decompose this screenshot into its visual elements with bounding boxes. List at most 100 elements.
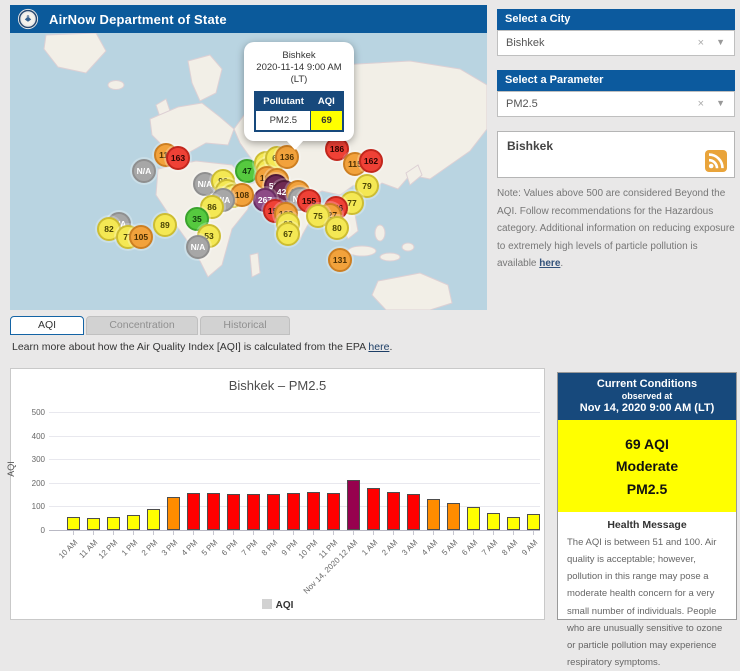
- tab-concentration[interactable]: Concentration: [86, 316, 198, 335]
- cc-aqi-value: 69 AQI: [558, 433, 736, 455]
- learn-more-text: Learn more about how the Air Quality Ind…: [12, 341, 392, 353]
- x-axis-tick: [113, 531, 114, 535]
- aqi-bar: [87, 518, 100, 530]
- popup-table: Pollutant AQI PM2.5 69: [254, 91, 344, 132]
- aqi-chart-panel: Bishkek – PM2.5 AQI 010020030040050010 A…: [10, 368, 545, 620]
- legend-swatch-icon: [262, 599, 272, 609]
- aqi-bar: [407, 494, 420, 530]
- x-axis-tick: [353, 531, 354, 535]
- world-map[interactable]: N/A11416347775761136101134501426267121N/…: [10, 33, 487, 310]
- chart-gridline: [49, 483, 540, 484]
- aqi-bar: [167, 497, 180, 530]
- aqi-bar: [507, 517, 520, 530]
- aqi-marker[interactable]: 67: [276, 222, 300, 246]
- aqi-marker[interactable]: 89: [153, 213, 177, 237]
- rss-icon[interactable]: [705, 150, 727, 172]
- aqi-bar: [327, 493, 340, 530]
- x-axis-tick: [213, 531, 214, 535]
- aqi-bar: [187, 493, 200, 530]
- x-axis-tick: [173, 531, 174, 535]
- aqi-bar: [347, 480, 360, 530]
- parameter-select[interactable]: PM2.5 × ▼: [497, 91, 735, 117]
- x-axis-tick: [493, 531, 494, 535]
- city-select-value: Bishkek: [506, 37, 545, 49]
- aqi-bar: [247, 494, 260, 530]
- x-axis-tick: [453, 531, 454, 535]
- x-axis-tick: [153, 531, 154, 535]
- popup-pollutant-value: PM2.5: [255, 110, 311, 131]
- x-axis-tick: [413, 531, 414, 535]
- x-axis-tick: [373, 531, 374, 535]
- y-axis-tick-label: 0: [15, 526, 45, 535]
- y-axis-tick-label: 500: [15, 408, 45, 417]
- x-axis-tick: [393, 531, 394, 535]
- city-chevron-down-icon[interactable]: ▼: [716, 30, 725, 54]
- popup-timezone: (LT): [250, 74, 348, 86]
- rss-city-label: Bishkek: [498, 132, 734, 153]
- x-axis-tick: [313, 531, 314, 535]
- epa-link[interactable]: here: [368, 341, 389, 353]
- aqi-bar: [367, 488, 380, 530]
- chart-gridline: [49, 530, 540, 531]
- current-conditions-header: Current Conditions observed at Nov 14, 2…: [558, 373, 736, 420]
- chart-legend-item[interactable]: AQI: [11, 599, 544, 611]
- y-axis-tick-label: 400: [15, 432, 45, 441]
- cc-title: Current Conditions: [562, 378, 732, 390]
- city-select[interactable]: Bishkek × ▼: [497, 30, 735, 56]
- aqi-bar: [527, 514, 540, 530]
- aqi-marker[interactable]: N/A: [186, 235, 210, 259]
- parameter-clear-icon[interactable]: ×: [698, 92, 704, 116]
- select-city-header: Select a City: [497, 9, 735, 30]
- note-link[interactable]: here: [539, 258, 560, 269]
- health-message-title: Health Message: [558, 519, 736, 531]
- x-axis-tick: [513, 531, 514, 535]
- x-axis-tick: [293, 531, 294, 535]
- aqi-marker[interactable]: 163: [166, 146, 190, 170]
- aqi-bar: [227, 494, 240, 530]
- aqi-bar: [67, 517, 80, 530]
- x-axis-tick: [533, 531, 534, 535]
- x-axis-tick: [73, 531, 74, 535]
- tab-historical[interactable]: Historical: [200, 316, 290, 335]
- chart-gridline: [49, 412, 540, 413]
- aqi-bar: [207, 493, 220, 530]
- aqi-bar: [487, 513, 500, 530]
- health-message-text: The AQI is between 51 and 100. Air quali…: [558, 531, 736, 671]
- aqi-bar: [147, 509, 160, 530]
- note-text: Note: Values above 500 are considered Be…: [497, 188, 735, 269]
- app-title: AirNow Department of State: [49, 12, 227, 27]
- map-popup: Bishkek 2020-11-14 9:00 AM (LT) Pollutan…: [244, 42, 354, 141]
- aqi-bar: [387, 492, 400, 530]
- aqi-marker[interactable]: 131: [328, 248, 352, 272]
- aqi-bar: [107, 517, 120, 530]
- tab-aqi[interactable]: AQI: [10, 316, 84, 335]
- aqi-marker[interactable]: 80: [325, 216, 349, 240]
- aqi-note: Note: Values above 500 are considered Be…: [497, 185, 737, 273]
- cc-datetime: Nov 14, 2020 9:00 AM (LT): [562, 402, 732, 414]
- chart-gridline: [49, 459, 540, 460]
- popup-aqi-value: 69: [311, 110, 343, 131]
- x-axis-tick: [133, 531, 134, 535]
- aqi-marker[interactable]: 105: [129, 225, 153, 249]
- city-clear-icon[interactable]: ×: [698, 31, 704, 55]
- x-axis-tick: [333, 531, 334, 535]
- x-axis-tick: [233, 531, 234, 535]
- popup-col-aqi: AQI: [311, 92, 343, 111]
- aqi-bar: [307, 492, 320, 530]
- aqi-marker[interactable]: N/A: [132, 159, 156, 183]
- y-axis-tick-label: 100: [15, 502, 45, 511]
- view-tabs: AQI Concentration Historical: [10, 316, 290, 335]
- select-parameter-header: Select a Parameter: [497, 70, 735, 91]
- aqi-bar: [467, 507, 480, 530]
- parameter-chevron-down-icon[interactable]: ▼: [716, 91, 725, 115]
- aqi-marker[interactable]: 162: [359, 149, 383, 173]
- cc-subtitle: observed at: [562, 391, 732, 401]
- current-conditions-panel: Current Conditions observed at Nov 14, 2…: [557, 372, 737, 620]
- x-axis-tick: [93, 531, 94, 535]
- popup-datetime: 2020-11-14 9:00 AM: [250, 62, 348, 74]
- cc-aqi-block: 69 AQI Moderate PM2.5: [558, 420, 736, 512]
- y-axis-tick-label: 200: [15, 479, 45, 488]
- rss-feed-box: Bishkek: [497, 131, 735, 178]
- aqi-bar: [427, 499, 440, 530]
- app-header: AirNow Department of State: [10, 5, 487, 33]
